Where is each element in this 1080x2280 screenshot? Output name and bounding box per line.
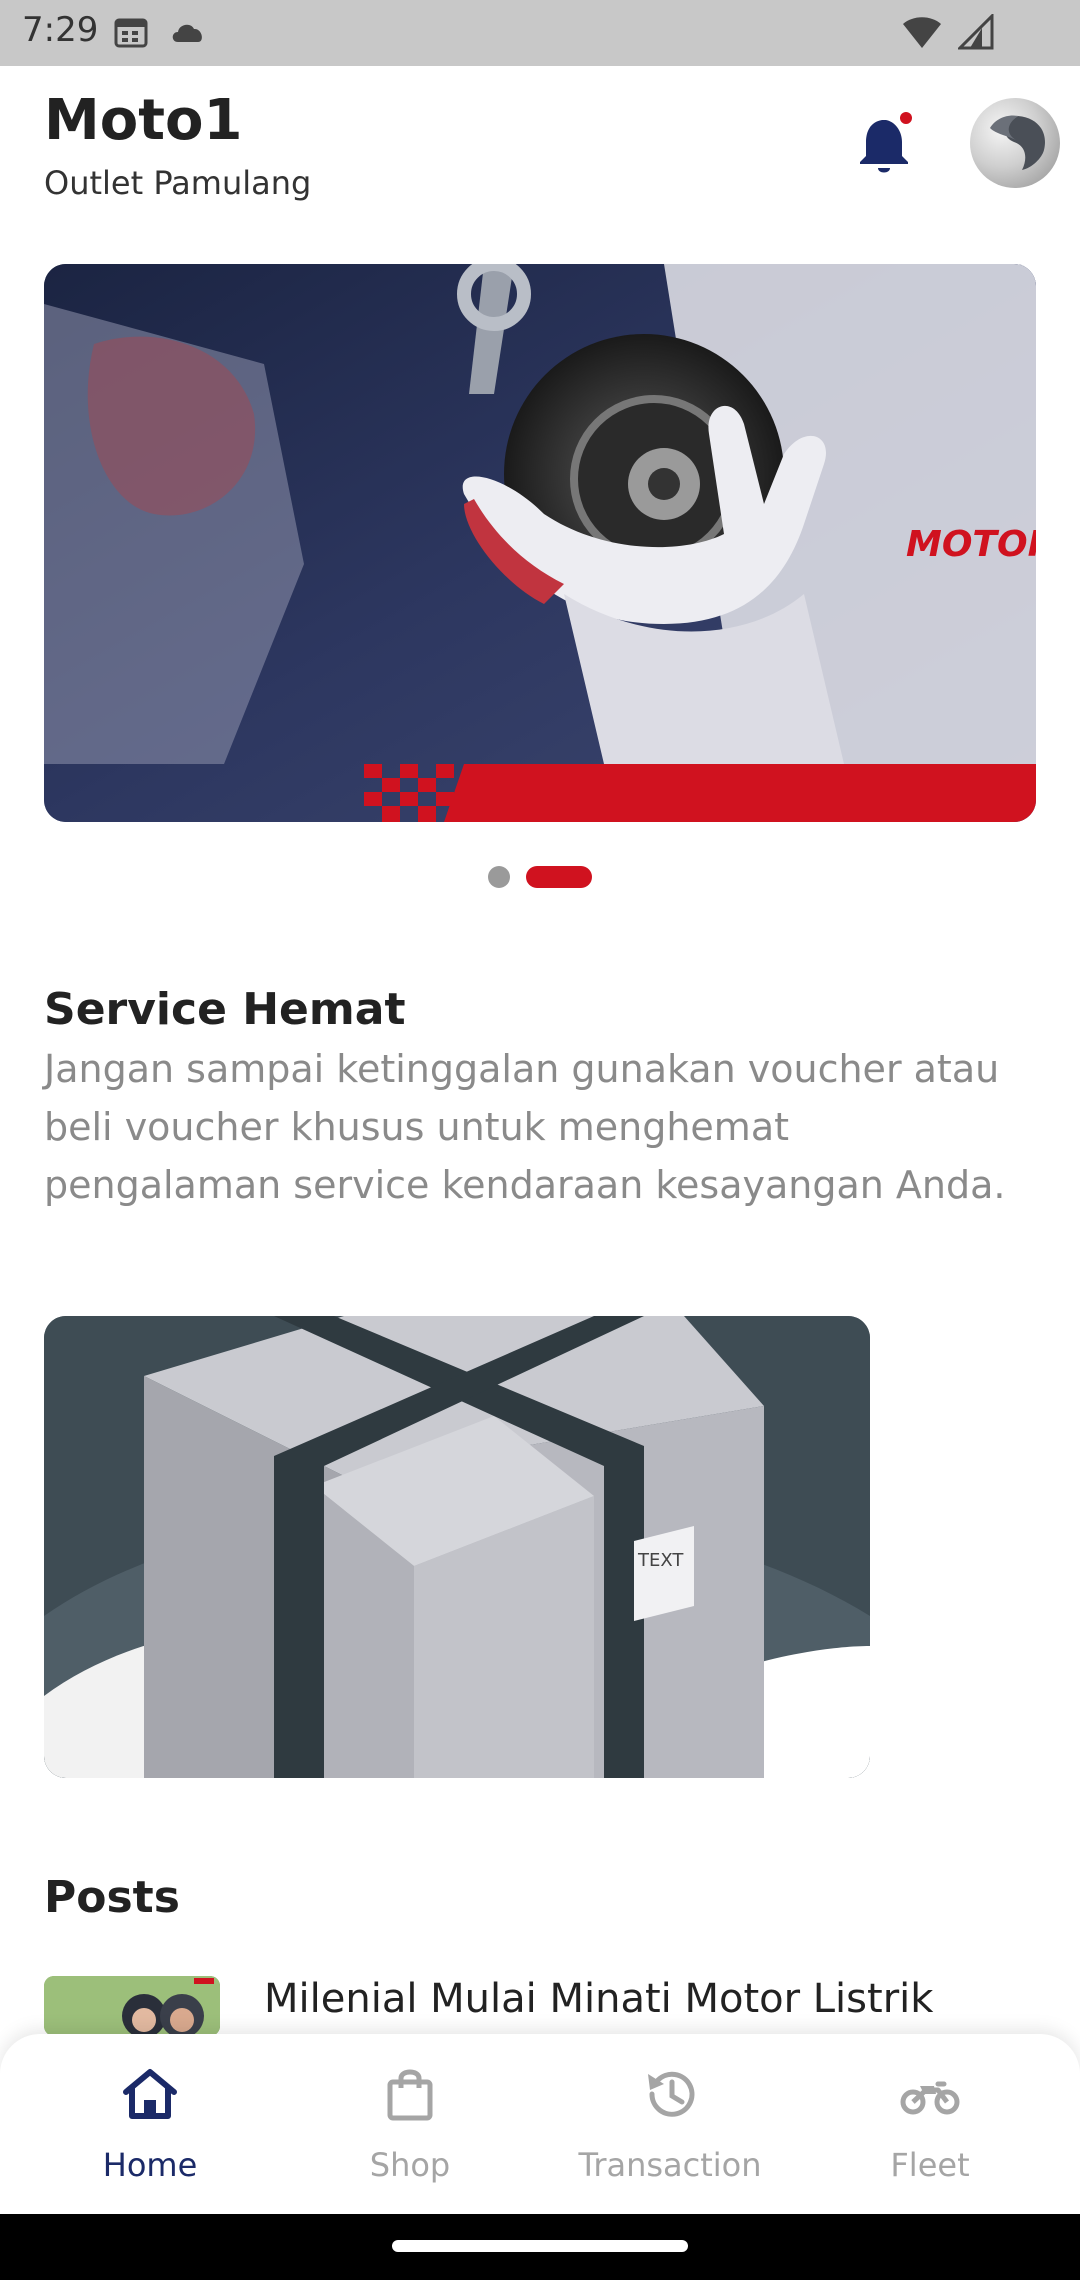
promo-section-description: Jangan sampai ketinggalan gunakan vouche… <box>44 1047 1006 1207</box>
status-time: 7:29 <box>22 10 99 50</box>
bell-icon <box>860 112 912 173</box>
nav-label-shop: Shop <box>369 2146 451 2184</box>
outlet-location[interactable]: Outlet Pamulang <box>44 164 311 202</box>
cloud-icon <box>172 24 202 42</box>
history-icon <box>648 2071 695 2117</box>
post-item[interactable]: Milenial Mulai Minati Motor Listrik <box>44 1976 1044 2036</box>
home-icon <box>123 2069 177 2119</box>
notifications-button[interactable] <box>856 112 912 176</box>
wifi-icon <box>903 17 941 48</box>
nav-label-fleet: Fleet <box>890 2146 970 2184</box>
voucher-box-image: TEXT <box>44 1316 870 1778</box>
status-right-icons <box>902 14 994 50</box>
notification-badge <box>900 112 912 124</box>
carousel-dot-active[interactable] <box>526 866 592 888</box>
avatar-logo-icon <box>990 115 1045 170</box>
post-thumbnail <box>44 1976 220 2036</box>
nav-label-home: Home <box>102 2146 198 2184</box>
box-label: TEXT <box>634 1526 694 1621</box>
nav-label-transaction: Transaction <box>578 2146 762 2184</box>
banner-image: MOTORIZ <box>44 264 1036 822</box>
voucher-card[interactable]: TEXT <box>44 1316 870 1778</box>
promo-section-title: Service Hemat <box>44 984 406 1035</box>
system-navigation-bar <box>0 2214 1080 2280</box>
signal-icon <box>958 14 994 50</box>
promo-banner[interactable]: MOTORIZ <box>44 264 1036 822</box>
shopping-bag-icon <box>387 2069 433 2121</box>
status-left-icons <box>114 16 208 48</box>
carousel-dot[interactable] <box>488 866 510 888</box>
post-thumbnail-image <box>44 1976 220 2036</box>
svg-text:TEXT: TEXT <box>637 1550 684 1571</box>
nav-item-fleet[interactable]: Fleet <box>800 2064 1060 2194</box>
calendar-icon <box>114 18 148 48</box>
outlet-brand-title: Moto1 <box>44 88 243 153</box>
posts-section-title: Posts <box>44 1872 180 1923</box>
motorcycle-icon <box>900 2081 960 2115</box>
nav-item-shop[interactable]: Shop <box>280 2064 540 2194</box>
avatar[interactable] <box>970 98 1060 188</box>
nav-item-home[interactable]: Home <box>20 2064 280 2194</box>
status-bar: 7:29 <box>0 0 1080 66</box>
svg-text:MOTORIZ: MOTORIZ <box>906 524 1036 565</box>
bottom-navigation: Home Shop Transaction Fleet <box>0 2034 1080 2214</box>
carousel-indicator <box>0 866 1080 888</box>
nav-item-transaction[interactable]: Transaction <box>540 2064 800 2194</box>
home-gesture-handle[interactable] <box>392 2240 688 2252</box>
post-title[interactable]: Milenial Mulai Minati Motor Listrik <box>264 1976 933 2022</box>
